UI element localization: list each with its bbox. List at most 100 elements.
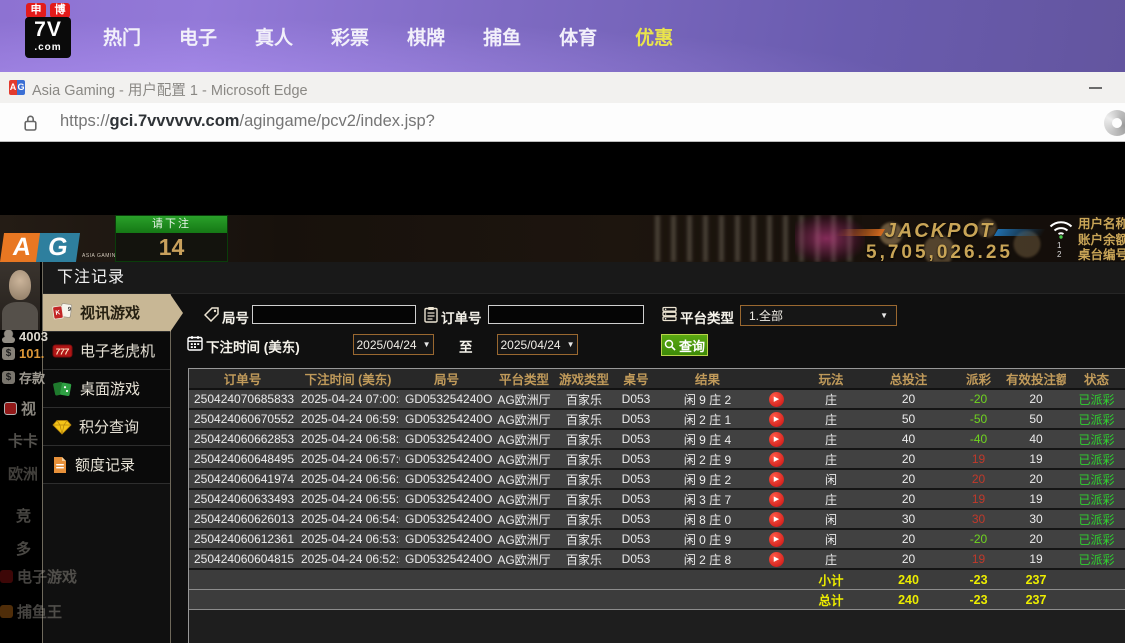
nav-item-slots[interactable]: 电子 [179,23,217,50]
table-row[interactable]: 250424070685833 2025-04-24 07:00:33 GD05… [189,389,1125,410]
cell-round: GD053254240OQ [400,409,493,430]
date-from-select[interactable]: 2025/04/24 [353,334,434,355]
header-time: 下注时间 (美东) [296,369,400,390]
header-video [756,369,796,390]
site-logo-main: 7V [34,18,62,41]
tag-icon [204,307,219,322]
cell-result: 闲 9 庄 4 [659,429,756,450]
header-round: 局号 [400,369,493,390]
cell-bet: 30 [866,509,951,530]
balance-value: 101. [19,346,45,361]
site-nav-links: 热门 电子 真人 彩票 棋牌 捕鱼 体育 优惠 [103,0,673,72]
play-video-button[interactable] [768,431,784,447]
sidebar-item-label: 积分查询 [79,419,140,436]
bg-nav-kaka: 卡卡 [8,430,38,451]
cell-platform: AG欧洲厅 [493,449,555,470]
window-title: Asia Gaming - 用户配置 1 - Microsoft Edge [32,83,308,99]
calendar-icon [187,335,203,351]
cell-game: 百家乐 [555,529,613,550]
road-number-2: 2 [1057,250,1062,259]
cell-bet: 20 [866,469,951,490]
table-row[interactable]: 250424060633493 2025-04-24 06:55:33 GD05… [189,489,1125,510]
order-number-input[interactable] [488,305,644,324]
cell-play: 庄 [796,429,866,450]
cell-play: 庄 [796,549,866,570]
cell-order: 250424060612361 [189,529,296,550]
header-valid: 有效投注额 [1006,369,1066,390]
header-game: 游戏类型 [555,369,613,390]
cell-valid: 20 [1006,529,1066,550]
cell-time: 2025-04-24 06:59:11 [296,409,400,430]
nav-item-hot[interactable]: 热门 [103,23,141,50]
play-video-button[interactable] [768,531,784,547]
sidebar-item-quota-records[interactable]: 额度记录 [43,446,170,484]
play-video-button[interactable] [768,411,784,427]
cell-platform: AG欧洲厅 [493,409,555,430]
site-logo[interactable]: 7V .com [25,17,71,58]
cell-time: 2025-04-24 06:56:25 [296,469,400,490]
table-row[interactable]: 250424060648495 2025-04-24 06:57:04 GD05… [189,449,1125,470]
header-table: 桌号 [613,369,659,390]
sidebar-item-video-games[interactable]: 9K 视讯游戏 [43,294,183,332]
nav-item-sports[interactable]: 体育 [559,23,597,50]
table-row[interactable]: 250424060670552 2025-04-24 06:59:11 GD05… [189,409,1125,430]
site-nav: 申 博 7V .com 热门 电子 真人 彩票 棋牌 捕鱼 体育 优惠 [0,0,1125,72]
bg-nav-europe: 欧洲 [8,463,38,484]
header-result: 结果 [659,369,756,390]
status-badge: 已派彩 [1066,429,1125,450]
subtotal-bet: 240 [866,568,951,590]
nav-item-board[interactable]: 棋牌 [407,23,445,50]
table-row[interactable]: 250424060641974 2025-04-24 06:56:25 GD05… [189,469,1125,490]
cell-round: GD053254240OM [400,469,493,490]
records-table: 订单号 下注时间 (美东) 局号 平台类型 游戏类型 桌号 结果 玩法 总投注 … [189,369,1125,610]
play-video-button[interactable] [768,491,784,507]
cell-result: 闲 2 庄 8 [659,549,756,570]
cell-round: GD053254240OL [400,489,493,510]
play-video-button[interactable] [768,511,784,527]
cell-result: 闲 9 庄 2 [659,389,756,410]
cell-platform: AG欧洲厅 [493,509,555,530]
table-row[interactable]: 250424060604815 2025-04-24 06:52:51 GD05… [189,549,1125,570]
cell-game: 百家乐 [555,429,613,450]
modal-title: 下注记录 [43,262,1125,294]
cell-order: 250424060604815 [189,549,296,570]
nav-item-promo[interactable]: 优惠 [635,23,673,50]
total-bet: 240 [866,589,951,610]
cell-video [756,509,796,530]
query-button[interactable]: 查询 [661,334,708,356]
cell-table: D053 [613,449,659,470]
table-row[interactable]: 250424060626013 2025-04-24 06:54:54 GD05… [189,509,1125,530]
platform-type-select[interactable]: 1.全部 [740,305,897,326]
header-platform: 平台类型 [493,369,555,390]
nav-item-lottery[interactable]: 彩票 [331,23,369,50]
round-number-input[interactable] [252,305,416,324]
date-to-label: 至 [459,340,473,355]
play-video-button[interactable] [768,451,784,467]
cell-result: 闲 9 庄 2 [659,469,756,490]
play-video-button[interactable] [768,391,784,407]
clipboard-icon [424,306,438,323]
play-video-button[interactable] [768,551,784,567]
table-header-row: 订单号 下注时间 (美东) 局号 平台类型 游戏类型 桌号 结果 玩法 总投注 … [189,369,1125,390]
cell-game: 百家乐 [555,449,613,470]
lock-icon[interactable] [23,114,38,137]
cell-play: 闲 [796,469,866,490]
nav-item-live[interactable]: 真人 [255,23,293,50]
sidebar-item-slot-machines[interactable]: 777 电子老虎机 [43,332,170,370]
table-row[interactable]: 250424060662853 2025-04-24 06:58:27 GD05… [189,429,1125,450]
date-to-select[interactable]: 2025/04/24 [497,334,578,355]
address-bar[interactable]: https://gci.7vvvvvv.com/agingame/pcv2/in… [60,112,435,131]
road-number-1: 1 [1057,241,1062,250]
table-row[interactable]: 250424060612361 2025-04-24 06:53:37 GD05… [189,529,1125,550]
status-badge: 已派彩 [1066,389,1125,410]
fish-icon [0,605,13,618]
minimize-button[interactable] [1083,78,1109,98]
nav-item-fishing[interactable]: 捕鱼 [483,23,521,50]
sidebar-item-table-games[interactable]: 桌面游戏 [43,370,170,408]
asia-gaming-logo: A G ASIA GAMING [0,233,120,262]
play-video-button[interactable] [768,471,784,487]
sidebar-item-points-query[interactable]: 积分查询 [43,408,170,446]
cell-result: 闲 2 庄 9 [659,449,756,470]
balance-stat: $ 101. [2,346,44,361]
cell-order: 250424060633493 [189,489,296,510]
